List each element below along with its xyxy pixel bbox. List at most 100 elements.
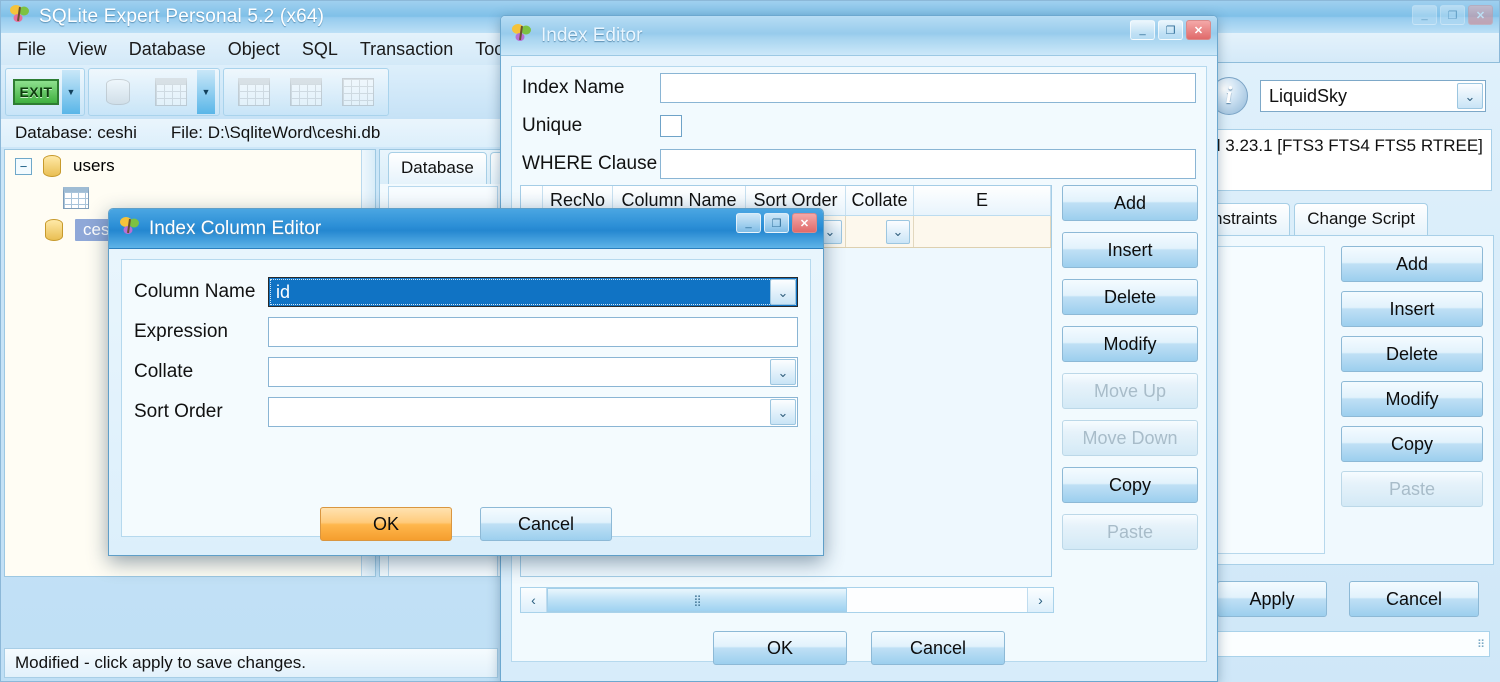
menu-item-transaction[interactable]: Transaction (360, 39, 453, 60)
tab-change-script[interactable]: Change Script (1294, 203, 1428, 235)
menu-item-sql[interactable]: SQL (302, 39, 338, 60)
column-editor-window-controls: _ ❐ ✕ (736, 213, 817, 233)
index-copy-button[interactable]: Copy (1062, 467, 1198, 503)
column-editor-body: Column Name id ⌄ Expression Collate ⌄ So… (121, 259, 811, 537)
menu-item-file[interactable]: File (17, 39, 46, 60)
collapse-icon[interactable]: − (15, 158, 32, 175)
close-icon[interactable]: ✕ (1186, 20, 1211, 40)
index-modify-button[interactable]: Modify (1062, 326, 1198, 362)
table-design-icon[interactable] (280, 70, 332, 114)
expression-label: Expression (134, 321, 268, 343)
toolbar-group-exit: EXIT ▼ (5, 68, 85, 116)
table-tools-icon[interactable] (145, 70, 197, 114)
minimize-icon[interactable]: _ (1412, 5, 1437, 25)
close-icon[interactable]: ✕ (1468, 5, 1493, 25)
column-editor-footer: OK Cancel (109, 507, 823, 541)
sort-order-label: Sort Order (134, 401, 268, 423)
designer-paste-button: Paste (1341, 471, 1483, 507)
database-user-icon[interactable] (93, 70, 145, 114)
where-clause-row: WHERE Clause (512, 143, 1206, 185)
index-editor-footer: OK Cancel (512, 631, 1206, 665)
scroll-right-icon[interactable]: › (1027, 588, 1053, 612)
column-name-combo[interactable]: id ⌄ (268, 277, 798, 307)
designer-resize-bar[interactable]: ⠿ (1206, 631, 1490, 657)
table-icon (63, 187, 89, 209)
tree-item-users[interactable]: − users (5, 150, 375, 182)
index-delete-button[interactable]: Delete (1062, 279, 1198, 315)
where-clause-input[interactable] (660, 149, 1196, 179)
column-name-label: Column Name (134, 281, 268, 303)
index-editor-title: Index Editor (541, 25, 642, 47)
index-editor-cancel-button[interactable]: Cancel (871, 631, 1005, 665)
new-view-icon[interactable] (332, 70, 384, 114)
maximize-icon[interactable]: ❐ (1158, 20, 1183, 40)
chevron-down-icon[interactable]: ⌄ (770, 399, 796, 425)
status-bar: Modified - click apply to save changes. (4, 648, 498, 678)
index-editor-button-column: Add Insert Delete Modify Move Up Move Do… (1062, 185, 1198, 577)
chevron-down-icon[interactable]: ⌄ (1457, 83, 1483, 109)
tree-item-label: users (73, 156, 115, 176)
designer-tabstrip: nstraints Change Script (1196, 191, 1500, 235)
scrollbar-thumb[interactable]: ⣿ (547, 588, 847, 612)
expression-input[interactable] (268, 317, 798, 347)
minimize-icon[interactable]: _ (1130, 20, 1155, 40)
column-editor-ok-button[interactable]: OK (320, 507, 452, 541)
index-insert-button[interactable]: Insert (1062, 232, 1198, 268)
index-paste-button: Paste (1062, 514, 1198, 550)
unique-row: Unique (512, 109, 1206, 143)
designer-cancel-button[interactable]: Cancel (1349, 581, 1479, 617)
theme-combo-value: LiquidSky (1261, 86, 1347, 107)
menu-item-object[interactable]: Object (228, 39, 280, 60)
app-logo-icon (9, 4, 31, 30)
minimize-icon[interactable]: _ (736, 213, 761, 233)
resize-grip-icon: ⠿ (1477, 638, 1489, 651)
grid-header-expression[interactable]: E (914, 186, 1051, 215)
index-move-down-button: Move Down (1062, 420, 1198, 456)
index-move-up-button: Move Up (1062, 373, 1198, 409)
close-icon[interactable]: ✕ (792, 213, 817, 233)
menu-item-view[interactable]: View (68, 39, 107, 60)
scrollbar-track[interactable] (847, 588, 1027, 612)
column-editor-cancel-button[interactable]: Cancel (480, 507, 612, 541)
database-dropdown-arrow-icon[interactable]: ▼ (197, 70, 215, 114)
exit-dropdown-arrow-icon[interactable]: ▼ (62, 70, 80, 114)
menu-item-database[interactable]: Database (129, 39, 206, 60)
designer-copy-button[interactable]: Copy (1341, 426, 1483, 462)
designer-pane: Add Insert Delete Modify Copy Paste (1202, 235, 1494, 565)
chevron-down-icon[interactable]: ⌄ (770, 279, 796, 305)
main-window-controls: _ ❐ ✕ (1412, 5, 1493, 25)
toolbar-group-database: ▼ (88, 68, 220, 116)
maximize-icon[interactable]: ❐ (764, 213, 789, 233)
app-logo-icon (511, 23, 533, 48)
maximize-icon[interactable]: ❐ (1440, 5, 1465, 25)
sqlite-version-text: ll 3.23.1 [FTS3 FTS4 FTS5 RTREE] (1204, 129, 1492, 191)
unique-checkbox[interactable] (660, 115, 682, 137)
where-clause-label: WHERE Clause (522, 153, 660, 175)
tab-database[interactable]: Database (388, 152, 487, 184)
status-message: Modified - click apply to save changes. (15, 653, 306, 673)
theme-selector-row: i LiquidSky ⌄ (1196, 63, 1500, 125)
index-editor-ok-button[interactable]: OK (713, 631, 847, 665)
toolbar-group-objects (223, 68, 389, 116)
new-table-icon[interactable] (228, 70, 280, 114)
designer-footer: Apply Cancel (1196, 565, 1500, 617)
index-add-button[interactable]: Add (1062, 185, 1198, 221)
designer-modify-button[interactable]: Modify (1341, 381, 1483, 417)
collate-combo[interactable]: ⌄ (268, 357, 798, 387)
sort-order-combo[interactable]: ⌄ (268, 397, 798, 427)
column-name-row: Column Name id ⌄ (122, 272, 810, 312)
collate-dropdown-icon[interactable]: ⌄ (886, 220, 910, 244)
grid-horizontal-scrollbar[interactable]: ‹ ⣿ › (520, 587, 1054, 613)
grid-header-collate[interactable]: Collate (846, 186, 914, 215)
designer-item-list[interactable] (1213, 246, 1325, 554)
scroll-left-icon[interactable]: ‹ (521, 588, 547, 612)
designer-delete-button[interactable]: Delete (1341, 336, 1483, 372)
designer-add-button[interactable]: Add (1341, 246, 1483, 282)
theme-combo[interactable]: LiquidSky ⌄ (1260, 80, 1486, 112)
apply-button[interactable]: Apply (1217, 581, 1327, 617)
chevron-down-icon[interactable]: ⌄ (770, 359, 796, 385)
column-name-value: id (269, 282, 290, 303)
index-name-input[interactable] (660, 73, 1196, 103)
designer-insert-button[interactable]: Insert (1341, 291, 1483, 327)
exit-button[interactable]: EXIT (10, 70, 62, 114)
